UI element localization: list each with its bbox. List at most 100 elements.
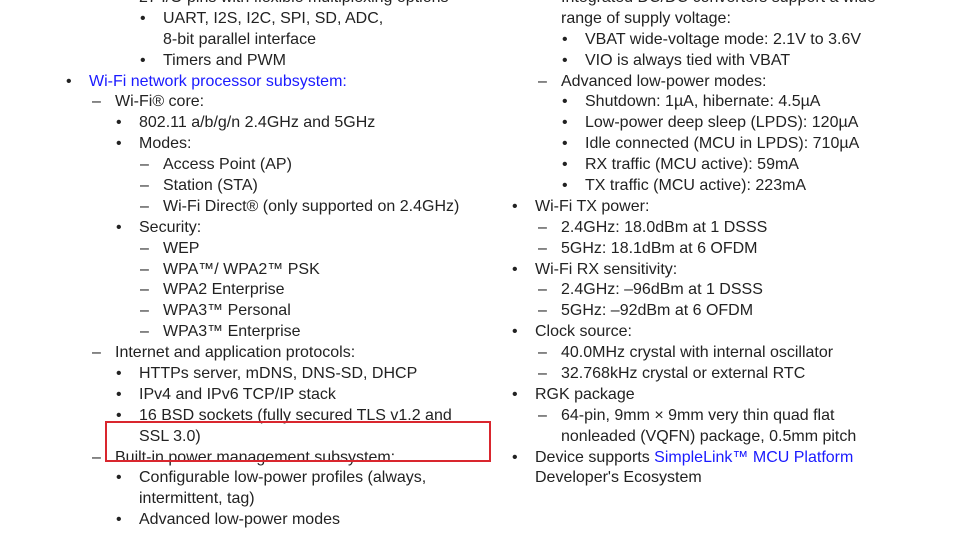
item-text-content: Device supports bbox=[535, 448, 655, 466]
item-text: 40.0MHz crystal with internal oscillator bbox=[561, 343, 942, 364]
left-column-item: – Access Point (AP) bbox=[66, 155, 496, 176]
left-column-item: • Modes: bbox=[66, 134, 496, 155]
item-text: UART, I2S, I2C, SPI, SD, ADC, bbox=[163, 9, 496, 30]
left-column-item: 8-bit parallel interface bbox=[66, 30, 496, 51]
item-text: Device supports SimpleLink™ MCU Platform bbox=[535, 448, 942, 469]
dash-marker: – bbox=[538, 0, 547, 9]
bullet-marker: • bbox=[116, 406, 122, 424]
item-text-content: TX traffic (MCU active): 223mA bbox=[585, 177, 807, 195]
item-text: 5GHz: 18.1dBm at 6 OFDM bbox=[561, 239, 942, 260]
item-text-content: Advanced low-power modes bbox=[139, 511, 340, 529]
item-text: Developer's Ecosystem bbox=[535, 468, 942, 489]
item-text-content: HTTPs server, mDNS, DNS-SD, DHCP bbox=[139, 365, 418, 383]
right-column-item: –64-pin, 9mm × 9mm very thin quad flat bbox=[512, 406, 942, 427]
bullet-marker: • bbox=[116, 135, 122, 153]
section-link[interactable]: Wi-Fi network processor subsystem: bbox=[89, 72, 496, 93]
right-column-item: • VBAT wide-voltage mode: 2.1V to 3.6V bbox=[512, 30, 942, 51]
item-text: 2.4GHz: 18.0dBm at 1 DSSS bbox=[561, 218, 942, 239]
item-text: Access Point (AP) bbox=[163, 155, 496, 176]
dash-marker: – bbox=[538, 344, 547, 362]
item-text-content: RGK package bbox=[535, 385, 635, 403]
left-column-item: • Advanced low-power modes bbox=[66, 510, 496, 531]
left-column-item: – WPA™/ WPA2™ PSK bbox=[66, 260, 496, 281]
left-column-item: • IPv4 and IPv6 TCP/IP stack bbox=[66, 385, 496, 406]
right-column-item: Developer's Ecosystem bbox=[512, 468, 942, 489]
dash-marker: – bbox=[140, 197, 149, 215]
left-column-item: – Wi-Fi® core: bbox=[66, 92, 496, 113]
item-text-content: WEP bbox=[163, 239, 200, 257]
item-text-content: Shutdown: 1µA, hibernate: 4.5µA bbox=[585, 93, 821, 111]
item-text-content: 2.4GHz: –96dBm at 1 DSSS bbox=[561, 281, 763, 299]
dash-marker: – bbox=[140, 156, 149, 174]
bullet-marker: • bbox=[562, 114, 568, 132]
bullet-marker: • bbox=[562, 156, 568, 174]
bullet-marker: • bbox=[140, 9, 146, 27]
item-text-content: Wi-Fi® core: bbox=[115, 93, 205, 111]
item-text: Security: bbox=[139, 218, 496, 239]
item-text: Low-power deep sleep (LPDS): 120µA bbox=[585, 113, 942, 134]
item-text-content: Integrated DC/DC converters support a wi… bbox=[561, 0, 876, 6]
left-column-item: • Wi-Fi network processor subsystem: bbox=[66, 72, 496, 93]
left-column-item: • 802.11 a/b/g/n 2.4GHz and 5GHz bbox=[66, 113, 496, 134]
right-column: – Integrated DC/DC converters support a w… bbox=[512, 0, 942, 489]
dash-marker: – bbox=[140, 281, 149, 299]
item-text-content: VBAT wide-voltage mode: 2.1V to 3.6V bbox=[585, 30, 862, 48]
item-text-content: Wi-Fi RX sensitivity: bbox=[535, 260, 678, 278]
item-text-content: Clock source: bbox=[535, 323, 632, 341]
dash-marker: – bbox=[538, 281, 547, 299]
bullet-marker: • bbox=[140, 51, 146, 69]
item-text-content: 64-pin, 9mm × 9mm very thin quad flat bbox=[561, 406, 835, 424]
dash-marker: – bbox=[538, 72, 547, 90]
item-text-content: Station (STA) bbox=[163, 177, 258, 195]
simplelink-platform-link[interactable]: SimpleLink™ MCU Platform bbox=[654, 449, 853, 466]
left-column-item: SSL 3.0) bbox=[66, 427, 496, 448]
item-text: WPA3™ Personal bbox=[163, 301, 496, 322]
bullet-marker: • bbox=[116, 218, 122, 236]
item-text: RGK package bbox=[535, 385, 942, 406]
bullet-marker: • bbox=[512, 448, 518, 466]
item-text-content: 802.11 a/b/g/n 2.4GHz and 5GHz bbox=[139, 114, 376, 132]
left-column-item: • Security: bbox=[66, 218, 496, 239]
right-column-item: • VIO is always tied with VBAT bbox=[512, 51, 942, 72]
item-text-content: Configurable low-power profiles (always, bbox=[139, 469, 427, 487]
bullet-marker: • bbox=[562, 30, 568, 48]
item-text-content: range of supply voltage: bbox=[561, 9, 731, 27]
item-text: range of supply voltage: bbox=[561, 9, 942, 30]
item-text: Wi-Fi TX power: bbox=[535, 197, 942, 218]
dash-marker: – bbox=[538, 302, 547, 320]
item-text: Wi-Fi® core: bbox=[115, 92, 496, 113]
item-text: VIO is always tied with VBAT bbox=[585, 51, 942, 72]
item-text-content: Wi-Fi network processor subsystem: bbox=[89, 72, 347, 90]
item-text: 8-bit parallel interface bbox=[163, 30, 496, 51]
item-text: Internet and application protocols: bbox=[115, 343, 496, 364]
dash-marker: – bbox=[538, 406, 547, 424]
left-column-item: – Internet and application protocols: bbox=[66, 343, 496, 364]
left-column-item: – WEP bbox=[66, 239, 496, 260]
dash-marker: – bbox=[538, 239, 547, 257]
item-text: 32.768kHz crystal or external RTC bbox=[561, 364, 942, 385]
right-column-item: • Device supports SimpleLink™ MCU Platfor… bbox=[512, 448, 942, 469]
item-text-content: Built-in power management subsystem: bbox=[115, 448, 396, 466]
dash-marker: – bbox=[116, 0, 125, 9]
item-text: SSL 3.0) bbox=[139, 427, 496, 448]
left-column-item: • 16 BSD sockets (fully secured TLS v1.2 … bbox=[66, 406, 496, 427]
item-text-content: Modes: bbox=[139, 135, 192, 153]
item-text: Built-in power management subsystem: bbox=[115, 448, 496, 469]
item-text-content: 8-bit parallel interface bbox=[163, 30, 316, 48]
right-column-item: • RX traffic (MCU active): 59mA bbox=[512, 155, 942, 176]
item-text-content: IPv4 and IPv6 TCP/IP stack bbox=[139, 385, 336, 403]
item-text-content: WPA2 Enterprise bbox=[163, 281, 285, 299]
item-text: Advanced low-power modes: bbox=[561, 72, 942, 93]
item-text: Configurable low-power profiles (always, bbox=[139, 468, 496, 489]
left-column-item: – Wi-Fi Direct® (only supported on 2.4GHz… bbox=[66, 197, 496, 218]
item-text: TX traffic (MCU active): 223mA bbox=[585, 176, 942, 197]
item-text-content: Wi-Fi Direct® (only supported on 2.4GHz) bbox=[163, 197, 460, 215]
right-column-item: –5GHz: –92dBm at 6 OFDM bbox=[512, 301, 942, 322]
dash-marker: – bbox=[140, 239, 149, 257]
item-text-content: Security: bbox=[139, 218, 202, 236]
item-text: HTTPs server, mDNS, DNS-SD, DHCP bbox=[139, 364, 496, 385]
dash-marker: – bbox=[92, 93, 101, 111]
left-column-item: – 27 I/O pins with flexible multiplexing … bbox=[66, 0, 496, 9]
right-column-item: • Clock source: bbox=[512, 322, 942, 343]
right-column-item: • Wi-Fi TX power: bbox=[512, 197, 942, 218]
